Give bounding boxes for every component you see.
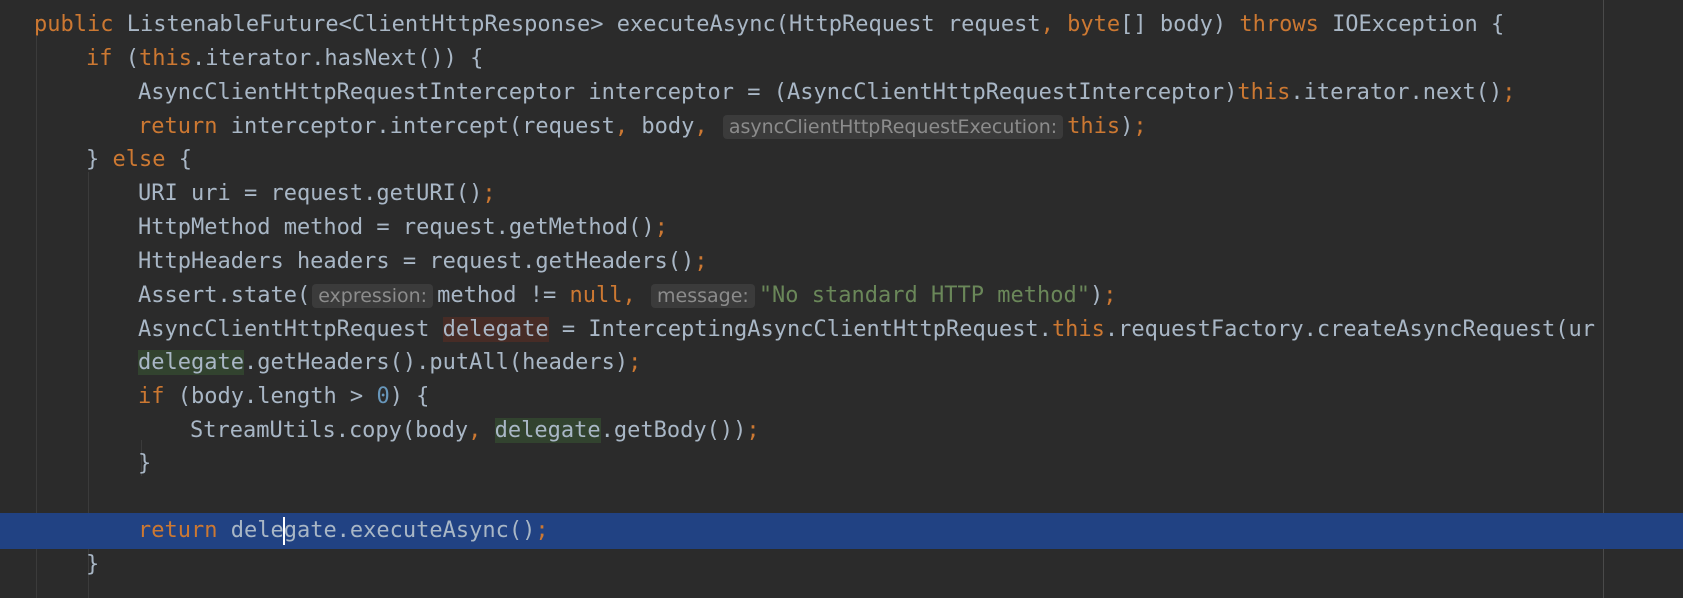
code-line[interactable]: HttpHeaders headers = request.getHeaders… <box>0 244 1683 280</box>
usage-highlight: delegate <box>442 317 549 342</box>
code-line[interactable]: HttpMethod method = request.getMethod(); <box>0 210 1683 246</box>
code-token: .iterator.hasNext()) { <box>191 46 484 71</box>
code-line[interactable]: if (this.iterator.hasNext()) { <box>0 41 1683 77</box>
code-token: "No standard HTTP method" <box>758 283 1090 308</box>
code-token: if <box>86 46 126 71</box>
code-line[interactable]: AsyncClientHttpRequest delegate = Interc… <box>0 312 1683 348</box>
code-token: AsyncClientHttpRequestInterceptor interc… <box>138 80 1238 105</box>
code-token: (body.length > <box>177 384 377 409</box>
code-token: [] body) <box>1120 12 1240 37</box>
code-token: else <box>112 147 179 172</box>
code-line[interactable]: AsyncClientHttpRequestInterceptor interc… <box>0 75 1683 111</box>
usage-highlight: delegate <box>138 350 244 375</box>
code-line[interactable]: } else { <box>0 142 1683 178</box>
code-token: return <box>138 114 231 139</box>
code-token: this <box>139 46 192 71</box>
code-line[interactable] <box>0 480 1683 516</box>
code-token: gate.executeAsync() <box>283 518 536 543</box>
code-token: ) <box>1089 283 1104 308</box>
code-token: ; <box>628 350 642 375</box>
code-token: this <box>1237 80 1291 105</box>
code-line[interactable]: Assert.state(expression: method != null, … <box>0 278 1683 314</box>
code-token: ; <box>1103 283 1117 308</box>
code-token: = InterceptingAsyncClientHttpRequest. <box>548 317 1052 342</box>
code-line[interactable]: } <box>0 446 1683 482</box>
code-token: HttpMethod method = request.getMethod() <box>138 215 655 240</box>
code-token: ; <box>746 418 760 443</box>
code-token: public <box>34 12 127 37</box>
code-token: byte <box>1067 12 1121 37</box>
code-token: ) { <box>389 384 430 409</box>
code-token: this <box>1067 114 1121 139</box>
code-token: URI uri = request.getURI() <box>138 181 483 206</box>
code-line[interactable]: public ListenableFuture<ClientHttpRespon… <box>0 7 1683 43</box>
code-token: throws <box>1239 12 1333 37</box>
code-editor[interactable]: public ListenableFuture<ClientHttpRespon… <box>0 0 1683 598</box>
code-token: method != <box>437 283 570 308</box>
code-token: 0 <box>376 384 390 409</box>
code-token: } <box>86 147 113 172</box>
code-token: } <box>86 552 100 577</box>
code-token: null <box>569 283 623 308</box>
code-token: StreamUtils.copy(body <box>190 418 469 443</box>
code-token: return <box>138 518 231 543</box>
code-token: if <box>138 384 178 409</box>
code-line-current[interactable]: return delegate.executeAsync(); <box>0 513 1683 549</box>
code-token: this <box>1051 317 1105 342</box>
code-token: ; <box>482 181 496 206</box>
code-token: } <box>138 451 152 476</box>
code-token: .getBody()) <box>600 418 747 443</box>
code-token: ( <box>125 46 139 71</box>
code-token: .requestFactory.createAsyncRequest(ur <box>1104 317 1595 342</box>
code-token: IOException { <box>1332 12 1505 37</box>
code-line[interactable]: } <box>0 547 1683 583</box>
code-token: { <box>178 147 192 172</box>
parameter-hint: expression: <box>312 284 434 308</box>
code-token: , <box>468 418 495 443</box>
code-line[interactable]: URI uri = request.getURI(); <box>0 176 1683 212</box>
parameter-hint: message: <box>651 284 755 308</box>
code-token: HttpHeaders headers = request.getHeaders… <box>138 249 695 274</box>
code-token: , <box>1040 12 1068 37</box>
code-token: AsyncClientHttpRequest <box>138 317 443 342</box>
code-token: ) <box>1120 114 1134 139</box>
code-token: interceptor.intercept(request <box>230 114 615 139</box>
code-line[interactable]: delegate.getHeaders().putAll(headers); <box>0 345 1683 381</box>
code-token: .iterator.next() <box>1290 80 1503 105</box>
code-token: Assert.state( <box>138 283 311 308</box>
usage-highlight: delegate <box>494 418 601 443</box>
code-token: ; <box>1133 114 1147 139</box>
code-token: dele <box>230 518 284 543</box>
code-token: .getHeaders().putAll(headers) <box>243 350 629 375</box>
code-line[interactable]: StreamUtils.copy(body, delegate.getBody(… <box>0 413 1683 449</box>
parameter-hint: asyncClientHttpRequestExecution: <box>722 115 1064 139</box>
code-token: , <box>622 283 650 308</box>
code-token: ; <box>535 518 549 543</box>
code-token: ; <box>654 215 668 240</box>
code-token: , <box>614 114 642 139</box>
code-token: ; <box>1502 80 1516 105</box>
code-line[interactable]: if (body.length > 0) { <box>0 379 1683 415</box>
code-token: body <box>641 114 695 139</box>
code-token: ; <box>694 249 708 274</box>
code-line[interactable]: return interceptor.intercept(request, bo… <box>0 109 1683 145</box>
code-token: ListenableFuture<ClientHttpResponse> exe… <box>126 12 1041 37</box>
code-token: , <box>694 114 721 139</box>
